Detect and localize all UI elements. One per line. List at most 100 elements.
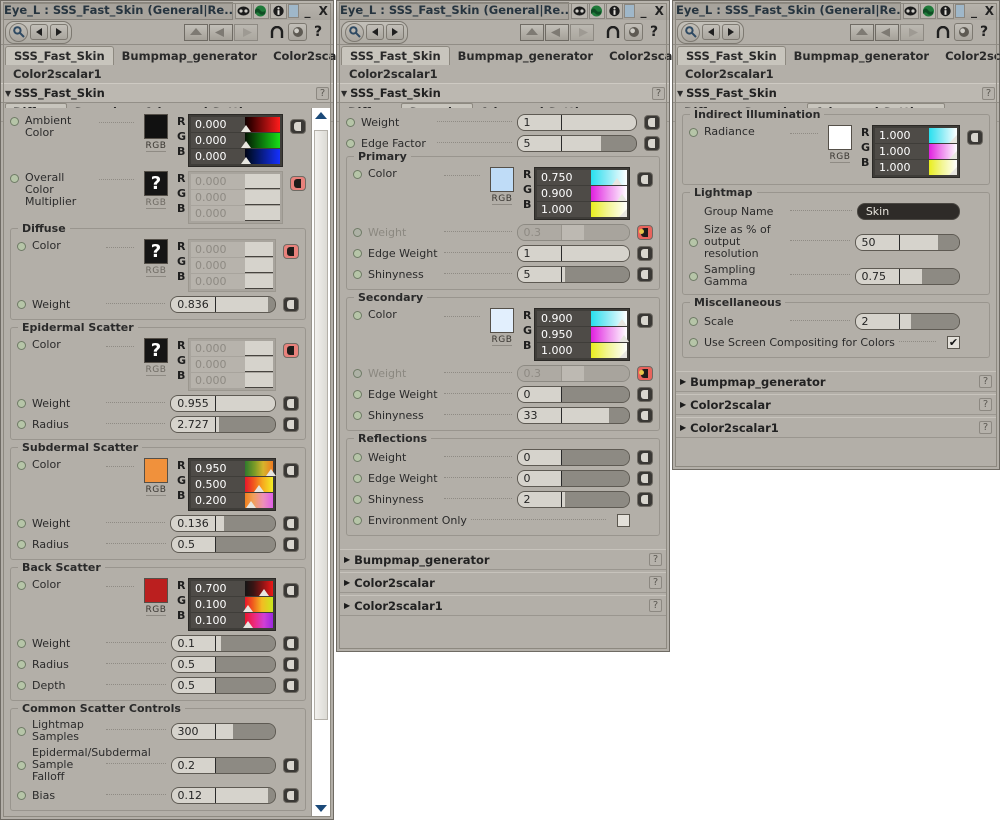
plug-icon[interactable] xyxy=(636,246,653,262)
epidermal-subdermal-sample-falloff-toggle[interactable] xyxy=(17,760,26,770)
secondary-edge-weight-slider[interactable]: 0 xyxy=(516,386,630,403)
primary-edge-weight-slider[interactable]: 1 xyxy=(516,245,630,262)
plug-icon[interactable] xyxy=(282,396,299,412)
radiance-color-swatch[interactable] xyxy=(827,125,852,150)
backscatter-color-swatch[interactable] xyxy=(143,578,168,603)
epidermal-subdermal-sample-falloff-slider[interactable]: 0.2 xyxy=(170,756,276,774)
lightmap-samples-value[interactable]: 300 xyxy=(171,723,216,739)
environment-only-checkbox[interactable] xyxy=(617,514,630,527)
help-icon[interactable]: ? xyxy=(979,398,992,411)
secondary-shinyness-value[interactable]: 33 xyxy=(517,408,562,423)
diffuse-color-R-value[interactable]: 0.000 xyxy=(191,242,246,257)
diffuse-color-B-value[interactable]: 0.000 xyxy=(191,274,246,289)
plug-icon[interactable] xyxy=(636,471,653,487)
epidermal-weight-toggle[interactable] xyxy=(17,399,26,408)
size-as-percent-of-output-resolution-value[interactable]: 50 xyxy=(855,234,900,250)
reflections-edge-weight-slider[interactable]: 0 xyxy=(516,470,630,487)
plug-locked-icon[interactable] xyxy=(636,225,653,241)
use-screen-compositing-for-colors-checkbox[interactable]: ✔ xyxy=(947,336,960,349)
nav-prev-button[interactable] xyxy=(702,24,720,40)
scale-value[interactable]: 2 xyxy=(855,314,900,329)
ramp-B[interactable] xyxy=(241,149,280,164)
subdermal-radius-toggle[interactable] xyxy=(17,540,26,549)
node-tab-color2scalar[interactable]: Color2scalar xyxy=(937,47,1000,65)
rgb-mode-label[interactable]: RGB xyxy=(145,605,167,616)
scroll-thumb[interactable] xyxy=(314,129,328,720)
subdermal-radius-value[interactable]: 0.5 xyxy=(171,537,216,552)
diffuse-color-swatch-unknown[interactable]: ? xyxy=(143,239,168,264)
bias-value[interactable]: 0.12 xyxy=(171,788,216,803)
chevron-down-icon[interactable]: ▼ xyxy=(5,89,11,98)
chevron-right-icon[interactable]: ▶ xyxy=(680,423,686,432)
rgb-mode-label[interactable]: RGB xyxy=(145,198,167,209)
epidermal-weight-value[interactable]: 0.955 xyxy=(171,396,216,411)
rgb-mode-label[interactable]: RGB xyxy=(491,335,513,346)
reflections-weight-toggle[interactable] xyxy=(353,453,362,462)
nav-next-button[interactable] xyxy=(722,24,740,40)
node-tab-sss_fast_skin[interactable]: SSS_Fast_Skin xyxy=(5,46,114,65)
secondary-shinyness-slider[interactable]: 33 xyxy=(516,407,630,424)
help-icon[interactable]: ? xyxy=(649,576,662,589)
chevron-right-icon[interactable]: ▶ xyxy=(344,601,350,610)
plug-icon[interactable] xyxy=(282,537,299,553)
subdermal-weight-toggle[interactable] xyxy=(17,519,26,528)
help-button[interactable]: ? xyxy=(309,23,327,41)
plug-connected-icon[interactable] xyxy=(282,342,299,358)
overall-color-multiplier-B-value[interactable]: 0.000 xyxy=(191,206,246,221)
epidermal-radius-value[interactable]: 2.727 xyxy=(171,417,216,432)
radiance-color-toggle[interactable] xyxy=(689,128,698,137)
globe-icon[interactable] xyxy=(252,2,270,19)
minimize-button[interactable]: _ xyxy=(300,3,316,19)
scale-toggle[interactable] xyxy=(689,317,698,326)
ramp-R[interactable] xyxy=(245,174,280,189)
ramp-G[interactable] xyxy=(245,258,273,273)
epidermal-color-toggle[interactable] xyxy=(17,341,26,350)
plug-locked-icon[interactable] xyxy=(636,366,653,382)
plug-icon[interactable] xyxy=(282,678,299,694)
ambient-color-G-value[interactable]: 0.000 xyxy=(191,133,246,148)
subdermal-weight-value[interactable]: 0.136 xyxy=(171,516,216,531)
secondary-edge-weight-value[interactable]: 0 xyxy=(517,387,562,402)
help-icon[interactable]: ? xyxy=(649,599,662,612)
plug-connected-icon[interactable] xyxy=(289,175,306,191)
help-icon[interactable]: ? xyxy=(652,86,665,100)
plug-icon[interactable] xyxy=(636,492,653,508)
search-icon[interactable] xyxy=(9,22,28,42)
title-bar[interactable]: Eye_L : SSS_Fast_Skin (General|Re... _ X xyxy=(1,1,333,20)
node-tab-color2scalar1[interactable]: Color2scalar1 xyxy=(677,65,782,83)
ramp-R[interactable] xyxy=(245,581,273,596)
backscatter-depth-slider[interactable]: 0.5 xyxy=(170,677,276,694)
title-bar[interactable]: Eye_L : SSS_Fast_Skin (General|Re... _ X xyxy=(673,1,999,20)
nav-next-button[interactable] xyxy=(386,24,404,40)
help-icon[interactable]: ? xyxy=(979,421,992,434)
node-tab-bumpmap_generator[interactable]: Bumpmap_generator xyxy=(114,47,265,65)
ramp-G[interactable] xyxy=(245,190,280,205)
overall-color-multiplier-toggle[interactable] xyxy=(10,174,19,183)
ramp-B[interactable] xyxy=(591,202,627,217)
node-tab-sss_fast_skin[interactable]: SSS_Fast_Skin xyxy=(341,46,450,65)
section-header[interactable]: ▼ SSS_Fast_Skin? xyxy=(337,83,669,103)
chevron-down-icon[interactable]: ▼ xyxy=(677,89,683,98)
chevron-right-icon[interactable]: ▶ xyxy=(344,555,350,564)
globe-icon[interactable] xyxy=(588,2,606,19)
ramp-G[interactable] xyxy=(241,133,280,148)
rgb-mode-label[interactable]: RGB xyxy=(491,194,513,205)
epidermal-color-B-value[interactable]: 0.000 xyxy=(191,373,246,388)
specular-weight-value[interactable]: 1 xyxy=(517,115,562,130)
ramp-B[interactable] xyxy=(242,613,273,628)
go-back-button[interactable] xyxy=(209,23,233,41)
node-tab-color2scalar1[interactable]: Color2scalar1 xyxy=(5,65,110,83)
info-icon[interactable] xyxy=(937,2,954,19)
subdermal-color-R-value[interactable]: 0.950 xyxy=(191,461,246,476)
pin-icon[interactable] xyxy=(624,23,643,41)
subdermal-radius-slider[interactable]: 0.5 xyxy=(170,536,276,553)
ambient-color-B-value[interactable]: 0.000 xyxy=(191,149,246,164)
plug-icon[interactable] xyxy=(636,171,653,187)
rgb-mode-label[interactable]: RGB xyxy=(145,365,167,376)
help-button[interactable]: ? xyxy=(975,23,993,41)
reflections-edge-weight-toggle[interactable] xyxy=(353,474,362,483)
chevron-down-icon[interactable]: ▼ xyxy=(341,89,347,98)
rgb-mode-label[interactable]: RGB xyxy=(145,485,167,496)
overall-color-multiplier-G-value[interactable]: 0.000 xyxy=(191,190,246,205)
ramp-R[interactable] xyxy=(929,128,957,143)
